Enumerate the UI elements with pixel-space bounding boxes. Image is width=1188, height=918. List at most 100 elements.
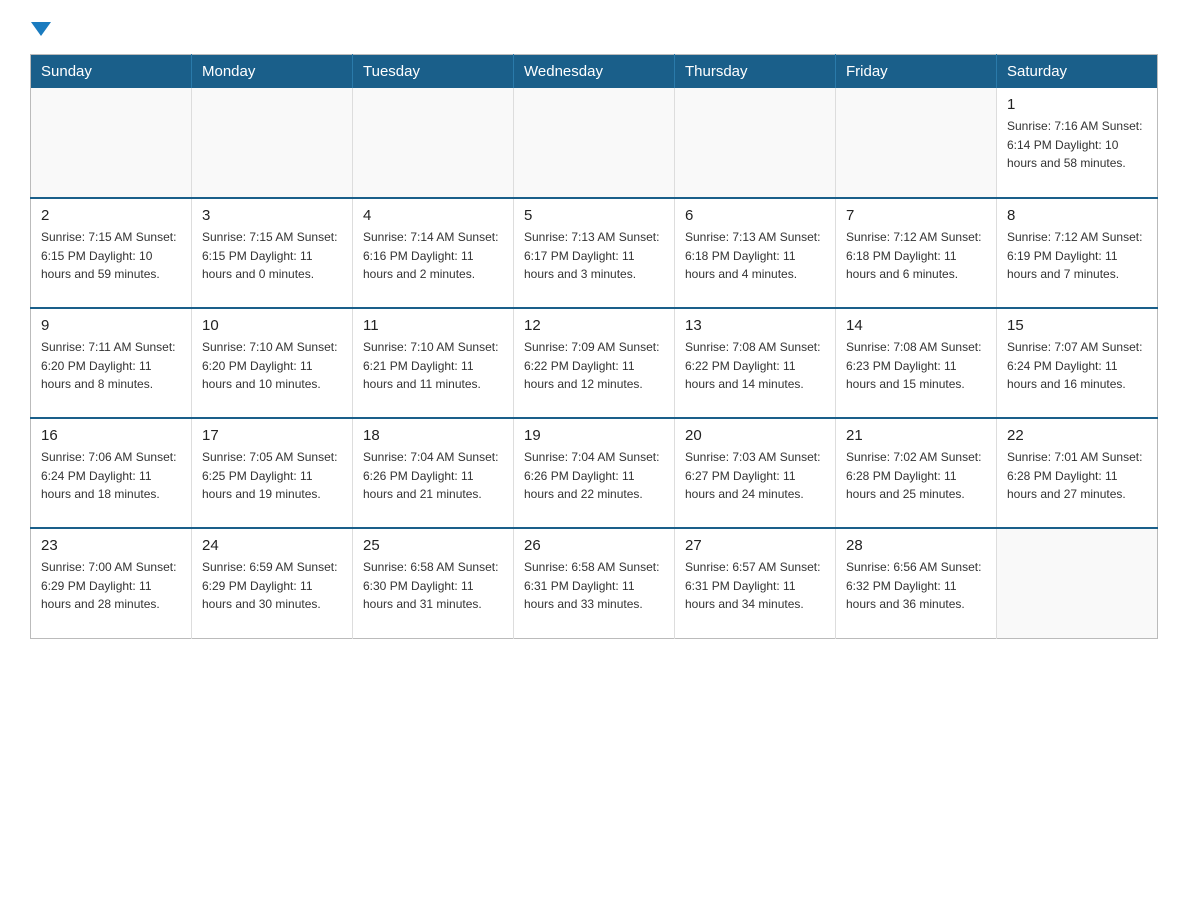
day-info: Sunrise: 7:10 AM Sunset: 6:21 PM Dayligh… [363,338,503,394]
calendar-cell [997,528,1158,638]
weekday-header-wednesday: Wednesday [514,55,675,89]
day-info: Sunrise: 7:16 AM Sunset: 6:14 PM Dayligh… [1007,117,1147,173]
calendar-cell: 27 Sunrise: 6:57 AM Sunset: 6:31 PM Dayli… [675,528,836,638]
day-info: Sunrise: 7:13 AM Sunset: 6:17 PM Dayligh… [524,228,664,284]
day-number: 18 [363,427,503,444]
day-info: Sunrise: 7:06 AM Sunset: 6:24 PM Dayligh… [41,448,181,504]
day-info: Sunrise: 7:12 AM Sunset: 6:19 PM Dayligh… [1007,228,1147,284]
calendar-cell: 2 Sunrise: 7:15 AM Sunset: 6:15 PM Daylig… [31,198,192,308]
calendar-cell [353,88,514,198]
day-info: Sunrise: 7:12 AM Sunset: 6:18 PM Dayligh… [846,228,986,284]
calendar-cell [31,88,192,198]
day-info: Sunrise: 7:07 AM Sunset: 6:24 PM Dayligh… [1007,338,1147,394]
day-number: 19 [524,427,664,444]
day-info: Sunrise: 7:15 AM Sunset: 6:15 PM Dayligh… [41,228,181,284]
calendar-cell: 17 Sunrise: 7:05 AM Sunset: 6:25 PM Dayli… [192,418,353,528]
day-info: Sunrise: 7:04 AM Sunset: 6:26 PM Dayligh… [524,448,664,504]
calendar-cell [514,88,675,198]
day-number: 7 [846,207,986,224]
calendar-header: SundayMondayTuesdayWednesdayThursdayFrid… [31,55,1158,89]
weekday-row: SundayMondayTuesdayWednesdayThursdayFrid… [31,55,1158,89]
day-info: Sunrise: 6:58 AM Sunset: 6:31 PM Dayligh… [524,558,664,614]
day-number: 24 [202,537,342,554]
day-info: Sunrise: 7:08 AM Sunset: 6:23 PM Dayligh… [846,338,986,394]
calendar-cell: 5 Sunrise: 7:13 AM Sunset: 6:17 PM Daylig… [514,198,675,308]
day-info: Sunrise: 7:05 AM Sunset: 6:25 PM Dayligh… [202,448,342,504]
calendar-cell: 25Sunrise: 6:58 AM Sunset: 6:30 PM Dayli… [353,528,514,638]
day-info: Sunrise: 7:14 AM Sunset: 6:16 PM Dayligh… [363,228,503,284]
calendar-cell [675,88,836,198]
calendar-cell: 14Sunrise: 7:08 AM Sunset: 6:23 PM Dayli… [836,308,997,418]
day-number: 13 [685,317,825,334]
calendar-cell: 15 Sunrise: 7:07 AM Sunset: 6:24 PM Dayli… [997,308,1158,418]
week-row-3: 9 Sunrise: 7:11 AM Sunset: 6:20 PM Daylig… [31,308,1158,418]
logo-arrow-icon [31,22,51,38]
day-number: 28 [846,537,986,554]
day-info: Sunrise: 7:10 AM Sunset: 6:20 PM Dayligh… [202,338,342,394]
day-number: 5 [524,207,664,224]
calendar-body: 1 Sunrise: 7:16 AM Sunset: 6:14 PM Daylig… [31,88,1158,638]
day-number: 8 [1007,207,1147,224]
day-info: Sunrise: 7:08 AM Sunset: 6:22 PM Dayligh… [685,338,825,394]
day-number: 22 [1007,427,1147,444]
day-number: 20 [685,427,825,444]
weekday-header-tuesday: Tuesday [353,55,514,89]
calendar-cell [192,88,353,198]
day-number: 23 [41,537,181,554]
calendar-cell: 10 Sunrise: 7:10 AM Sunset: 6:20 PM Dayli… [192,308,353,418]
calendar-cell: 18 Sunrise: 7:04 AM Sunset: 6:26 PM Dayli… [353,418,514,528]
calendar-cell: 11 Sunrise: 7:10 AM Sunset: 6:21 PM Dayli… [353,308,514,418]
calendar-cell: 8 Sunrise: 7:12 AM Sunset: 6:19 PM Daylig… [997,198,1158,308]
calendar-cell: 6 Sunrise: 7:13 AM Sunset: 6:18 PM Daylig… [675,198,836,308]
weekday-header-sunday: Sunday [31,55,192,89]
day-info: Sunrise: 7:01 AM Sunset: 6:28 PM Dayligh… [1007,448,1147,504]
day-number: 16 [41,427,181,444]
calendar-cell: 24 Sunrise: 6:59 AM Sunset: 6:29 PM Dayli… [192,528,353,638]
day-number: 1 [1007,96,1147,113]
week-row-5: 23 Sunrise: 7:00 AM Sunset: 6:29 PM Dayli… [31,528,1158,638]
calendar-cell: 26 Sunrise: 6:58 AM Sunset: 6:31 PM Dayli… [514,528,675,638]
day-info: Sunrise: 6:57 AM Sunset: 6:31 PM Dayligh… [685,558,825,614]
day-info: Sunrise: 6:58 AM Sunset: 6:30 PM Dayligh… [363,558,503,614]
calendar-cell: 1 Sunrise: 7:16 AM Sunset: 6:14 PM Daylig… [997,88,1158,198]
calendar-cell [836,88,997,198]
calendar-cell: 19 Sunrise: 7:04 AM Sunset: 6:26 PM Dayli… [514,418,675,528]
day-number: 2 [41,207,181,224]
day-number: 12 [524,317,664,334]
day-number: 11 [363,317,503,334]
calendar-cell: 21Sunrise: 7:02 AM Sunset: 6:28 PM Dayli… [836,418,997,528]
day-info: Sunrise: 7:09 AM Sunset: 6:22 PM Dayligh… [524,338,664,394]
day-info: Sunrise: 7:13 AM Sunset: 6:18 PM Dayligh… [685,228,825,284]
day-info: Sunrise: 7:15 AM Sunset: 6:15 PM Dayligh… [202,228,342,284]
calendar-cell: 9 Sunrise: 7:11 AM Sunset: 6:20 PM Daylig… [31,308,192,418]
day-number: 9 [41,317,181,334]
day-info: Sunrise: 7:00 AM Sunset: 6:29 PM Dayligh… [41,558,181,614]
calendar-cell: 16 Sunrise: 7:06 AM Sunset: 6:24 PM Dayli… [31,418,192,528]
day-info: Sunrise: 7:11 AM Sunset: 6:20 PM Dayligh… [41,338,181,394]
day-number: 3 [202,207,342,224]
day-info: Sunrise: 6:56 AM Sunset: 6:32 PM Dayligh… [846,558,986,614]
day-number: 6 [685,207,825,224]
calendar-cell: 12 Sunrise: 7:09 AM Sunset: 6:22 PM Dayli… [514,308,675,418]
day-info: Sunrise: 6:59 AM Sunset: 6:29 PM Dayligh… [202,558,342,614]
calendar-cell: 22 Sunrise: 7:01 AM Sunset: 6:28 PM Dayli… [997,418,1158,528]
calendar-cell: 3 Sunrise: 7:15 AM Sunset: 6:15 PM Daylig… [192,198,353,308]
week-row-1: 1 Sunrise: 7:16 AM Sunset: 6:14 PM Daylig… [31,88,1158,198]
day-number: 17 [202,427,342,444]
day-number: 26 [524,537,664,554]
day-number: 4 [363,207,503,224]
day-info: Sunrise: 7:02 AM Sunset: 6:28 PM Dayligh… [846,448,986,504]
day-number: 10 [202,317,342,334]
day-number: 15 [1007,317,1147,334]
logo [30,20,51,38]
calendar-cell: 23 Sunrise: 7:00 AM Sunset: 6:29 PM Dayli… [31,528,192,638]
weekday-header-thursday: Thursday [675,55,836,89]
weekday-header-saturday: Saturday [997,55,1158,89]
day-info: Sunrise: 7:04 AM Sunset: 6:26 PM Dayligh… [363,448,503,504]
calendar-cell: 20Sunrise: 7:03 AM Sunset: 6:27 PM Dayli… [675,418,836,528]
calendar-cell: 13 Sunrise: 7:08 AM Sunset: 6:22 PM Dayli… [675,308,836,418]
weekday-header-friday: Friday [836,55,997,89]
calendar-cell: 28 Sunrise: 6:56 AM Sunset: 6:32 PM Dayli… [836,528,997,638]
weekday-header-monday: Monday [192,55,353,89]
day-number: 27 [685,537,825,554]
